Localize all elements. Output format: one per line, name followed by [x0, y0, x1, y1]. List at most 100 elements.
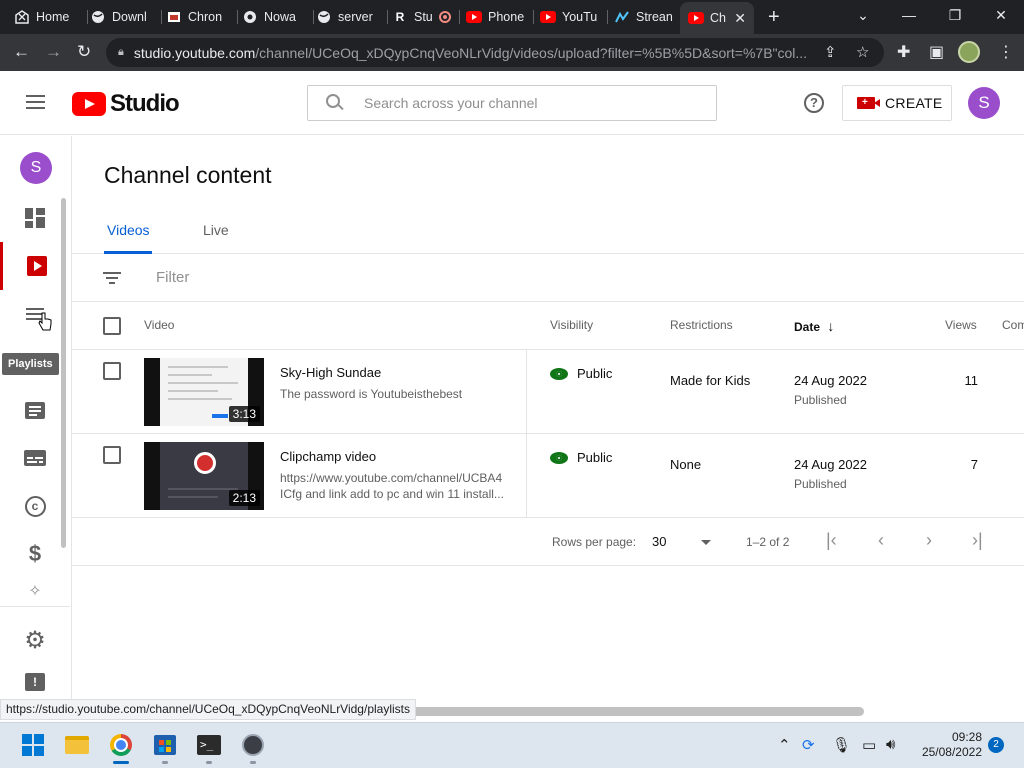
- globe-app-taskbar-button[interactable]: [241, 733, 265, 757]
- image-favicon-icon: [166, 9, 182, 25]
- restore-button[interactable]: ❐: [932, 0, 978, 34]
- forward-arrow-icon[interactable]: →: [45, 42, 62, 62]
- video-title[interactable]: Sky-High Sundae: [280, 365, 381, 380]
- dropdown-caret-icon[interactable]: [701, 540, 711, 545]
- content-tabs: Videos Live: [72, 210, 1024, 254]
- new-tab-button[interactable]: +: [768, 7, 780, 27]
- rows-per-page-select[interactable]: 30: [652, 534, 666, 549]
- browser-tab-channel-active[interactable]: Ch ✕: [680, 2, 754, 34]
- account-avatar[interactable]: S: [968, 87, 1000, 119]
- browser-tab-server[interactable]: server: [316, 4, 388, 30]
- rail-item-playlists[interactable]: [0, 290, 70, 338]
- display-icon[interactable]: ▭: [862, 736, 876, 754]
- close-tab-icon[interactable]: ✕: [734, 10, 746, 27]
- tab-title: server: [338, 10, 373, 24]
- left-nav-rail: S c $ ✧ ⚙ !: [0, 136, 72, 700]
- sync-icon[interactable]: ⟳: [802, 736, 815, 754]
- reload-icon[interactable]: ↻: [77, 42, 91, 62]
- rail-item-feedback[interactable]: !: [0, 664, 70, 700]
- tab-live[interactable]: Live: [203, 222, 229, 238]
- terminal-icon: >_: [197, 735, 221, 755]
- rail-item-copyright[interactable]: c: [0, 482, 70, 530]
- folder-icon: [65, 736, 89, 754]
- share-icon[interactable]: ⇪: [824, 43, 837, 61]
- tab-videos[interactable]: Videos: [107, 222, 150, 238]
- filter-input[interactable]: Filter: [156, 269, 189, 286]
- back-arrow-icon[interactable]: ←: [13, 42, 30, 62]
- browser-tab-nowa[interactable]: Nowa: [242, 4, 314, 30]
- rows-per-page-label: Rows per page:: [552, 535, 637, 549]
- previous-page-icon[interactable]: ‹: [878, 530, 884, 551]
- tab-title: Strean: [636, 10, 673, 24]
- video-duration: 3:13: [228, 406, 260, 422]
- content-icon: [26, 256, 47, 276]
- rail-item-comments[interactable]: [0, 386, 70, 434]
- select-all-checkbox[interactable]: [103, 317, 121, 335]
- views-value: 11: [964, 373, 979, 388]
- filter-bar[interactable]: Filter: [72, 254, 1024, 302]
- bookmark-star-icon[interactable]: ☆: [856, 43, 869, 61]
- kebab-menu-icon[interactable]: ⋮: [998, 42, 1014, 62]
- address-url: studio.youtube.com/channel/UCeOq_xDQypCn…: [133, 44, 808, 61]
- rail-item-dashboard[interactable]: [0, 194, 70, 242]
- close-window-button[interactable]: ✕: [978, 0, 1024, 34]
- row-checkbox[interactable]: [103, 362, 121, 380]
- studio-logo[interactable]: Studio: [72, 90, 180, 118]
- col-date[interactable]: Date ↓: [794, 318, 834, 334]
- browser-tab-studio-r[interactable]: R Stu: [392, 4, 460, 30]
- store-icon: [154, 735, 176, 755]
- channel-search[interactable]: [307, 85, 717, 121]
- col-views: Views: [945, 318, 977, 332]
- browser-tab-phone[interactable]: Phone: [466, 4, 534, 30]
- visibility-cell[interactable]: Public: [550, 450, 612, 465]
- create-button[interactable]: + CREATE: [842, 85, 952, 121]
- video-description: The password is Youtubeisthebest: [280, 387, 463, 401]
- table-row[interactable]: 3:13 Sky-High Sundae The password is You…: [72, 350, 1024, 434]
- filter-icon[interactable]: [103, 272, 121, 287]
- file-explorer-button[interactable]: [65, 733, 89, 757]
- browser-tab-chron[interactable]: Chron: [166, 4, 238, 30]
- chrome-taskbar-button[interactable]: [109, 733, 133, 757]
- windows-logo-icon: [22, 734, 44, 756]
- tab-search-icon[interactable]: ⌄: [840, 0, 886, 34]
- next-page-icon[interactable]: ›: [926, 530, 932, 551]
- minimize-button[interactable]: —: [886, 0, 932, 34]
- browser-tab-download[interactable]: Downl: [90, 4, 162, 30]
- hamburger-menu-icon[interactable]: [26, 95, 45, 109]
- address-bar[interactable]: 🔒︎ studio.youtube.com/channel/UCeOq_xDQy…: [106, 38, 884, 67]
- extensions-puzzle-icon[interactable]: ✚: [897, 42, 910, 62]
- profile-avatar-icon[interactable]: [958, 41, 980, 63]
- rail-item-subtitles[interactable]: [0, 434, 70, 482]
- taskbar-clock[interactable]: 09:28 25/08/2022: [916, 730, 982, 760]
- video-thumbnail[interactable]: 2:13: [144, 442, 264, 510]
- table-row[interactable]: 2:13 Clipchamp video https://www.youtube…: [72, 434, 1024, 518]
- feedback-icon: !: [25, 673, 45, 691]
- page-range: 1–2 of 2: [746, 535, 790, 549]
- last-page-icon[interactable]: ›|: [972, 530, 983, 551]
- video-thumbnail[interactable]: 3:13: [144, 358, 264, 426]
- browser-tab-stream[interactable]: Strean: [614, 4, 680, 30]
- start-button[interactable]: [21, 733, 45, 757]
- store-taskbar-button[interactable]: [153, 733, 177, 757]
- volume-icon[interactable]: 🔊︎: [886, 736, 895, 753]
- row-checkbox[interactable]: [103, 446, 121, 464]
- notification-badge[interactable]: 2: [988, 737, 1004, 753]
- channel-avatar[interactable]: S: [20, 152, 52, 184]
- first-page-icon[interactable]: |‹: [826, 530, 837, 551]
- browser-tab-youtube[interactable]: YouTu: [540, 4, 608, 30]
- video-title[interactable]: Clipchamp video: [280, 449, 376, 464]
- microphone-icon[interactable]: 🎙︎: [832, 736, 851, 754]
- tray-chevron-icon[interactable]: ⌃: [778, 736, 791, 754]
- rail-item-customization[interactable]: ✧: [0, 576, 70, 606]
- rail-item-settings[interactable]: ⚙: [0, 616, 70, 664]
- terminal-taskbar-button[interactable]: >_: [197, 733, 221, 757]
- rail-item-earn[interactable]: $: [0, 530, 70, 578]
- rail-item-content[interactable]: [0, 242, 70, 290]
- visibility-cell[interactable]: Public: [550, 366, 612, 381]
- side-panel-icon[interactable]: ▣: [929, 42, 944, 62]
- help-icon[interactable]: ?: [804, 93, 824, 113]
- search-input[interactable]: [364, 95, 684, 111]
- stream-favicon-icon: [614, 9, 630, 25]
- browser-tab-home[interactable]: Home: [14, 4, 88, 30]
- horizontal-scrollbar[interactable]: [410, 707, 864, 716]
